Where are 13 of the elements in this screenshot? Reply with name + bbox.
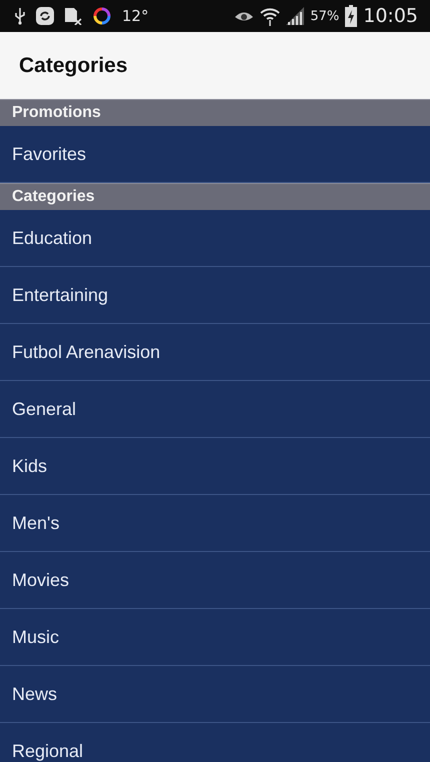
clock-time: 10:05 bbox=[363, 5, 418, 27]
usb-icon bbox=[14, 7, 26, 25]
section-header: Categories bbox=[0, 183, 430, 210]
signal-icon bbox=[286, 7, 304, 25]
section-header: Promotions bbox=[0, 99, 430, 126]
temperature-text: 12° bbox=[122, 7, 149, 25]
wifi-icon bbox=[260, 6, 280, 26]
battery-charging-icon bbox=[345, 5, 358, 27]
battery-percent: 57% bbox=[310, 8, 340, 24]
sync-icon bbox=[36, 7, 54, 25]
color-wheel-icon bbox=[92, 7, 112, 25]
screen-title: Categories bbox=[19, 54, 128, 78]
sim-icon bbox=[64, 7, 82, 25]
